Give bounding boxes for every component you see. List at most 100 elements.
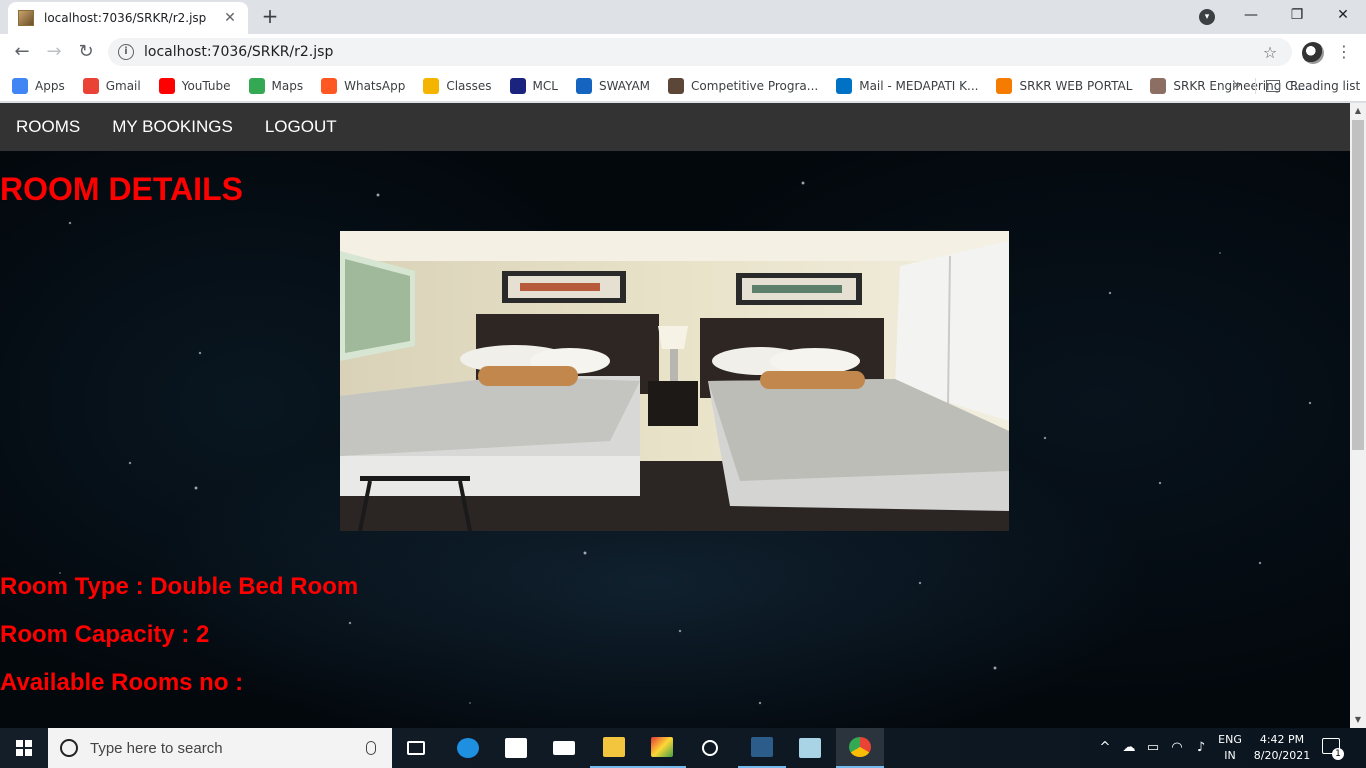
bookmark-label: Mail - MEDAPATI K... (859, 78, 979, 93)
cortana-icon (60, 739, 78, 757)
outlook-icon (836, 77, 853, 94)
volume-icon[interactable]: ♪ (1190, 728, 1212, 768)
apps-grid-icon (12, 77, 28, 94)
room-type-text: Room Type : Double Bed Room (0, 573, 359, 600)
folder-icon (603, 737, 625, 757)
bookmark-label: Competitive Progra... (691, 78, 819, 93)
url-text[interactable]: localhost:7036/SRKR/r2.jsp (144, 44, 1260, 60)
youtube-icon (158, 77, 175, 94)
store-icon (505, 738, 527, 758)
minimize-button[interactable]: — (1228, 0, 1274, 32)
bookmark-item[interactable]: Apps (12, 77, 65, 94)
nav-rooms-link[interactable]: ROOMS (16, 117, 80, 137)
available-rooms-text: Available Rooms no : (0, 669, 244, 696)
bookmark-label: WhatsApp (344, 78, 406, 93)
profile-avatar[interactable] (1302, 42, 1324, 64)
notes-app-button[interactable] (786, 728, 834, 768)
start-button[interactable] (0, 728, 48, 768)
scrollbar-thumb[interactable] (1352, 120, 1364, 450)
room-photo-illustration (340, 231, 1009, 531)
edge-icon (457, 738, 479, 758)
bookmark-item[interactable]: WhatsApp (321, 77, 406, 94)
file-explorer-button[interactable] (590, 728, 638, 768)
page-favicon-icon (18, 10, 34, 26)
tab-strip: localhost:7036/SRKR/r2.jsp ✕ + ▾ — ❐ ✕ (0, 0, 1366, 34)
bookmark-item[interactable]: MCL (509, 77, 558, 94)
bookmark-item[interactable]: Competitive Progra... (668, 77, 819, 94)
bookmark-item[interactable]: SWAYAM (575, 77, 651, 94)
tray-overflow-icon[interactable]: ^ (1096, 728, 1114, 768)
nav-my-bookings-link[interactable]: MY BOOKINGS (112, 117, 233, 137)
bookmarks-divider (1255, 78, 1256, 94)
reload-button[interactable]: ↻ (74, 40, 98, 64)
magnifier-button[interactable] (686, 728, 734, 768)
tab-close-icon[interactable]: ✕ (222, 10, 238, 26)
address-bar[interactable]: i localhost:7036/SRKR/r2.jsp ☆ (108, 38, 1292, 66)
reading-list-button[interactable]: Reading list (1266, 70, 1360, 102)
scroll-up-icon[interactable]: ▲ (1350, 103, 1366, 119)
mysql-workbench-button[interactable] (738, 728, 786, 768)
language-code: ENG (1218, 733, 1242, 746)
taskbar-search-placeholder: Type here to search (90, 739, 223, 757)
bookmark-item[interactable]: Mail - MEDAPATI K... (836, 77, 979, 94)
mail-icon (553, 741, 575, 755)
bookmark-item[interactable]: SRKR WEB PORTAL (996, 77, 1132, 94)
reading-list-icon (1266, 80, 1280, 92)
chrome-icon (849, 737, 871, 757)
onedrive-icon[interactable]: ☁ (1118, 728, 1140, 768)
scroll-down-icon[interactable]: ▼ (1350, 712, 1366, 728)
clock-time: 4:42 PM (1259, 733, 1305, 746)
input-language[interactable]: ENG IN (1214, 732, 1246, 764)
site-info-icon[interactable]: i (118, 44, 134, 60)
windows-taskbar: Type here to search ^ ☁ ▭ ◠ ♪ ENG IN 4:4… (0, 728, 1366, 768)
browser-menu-icon[interactable]: ⋮ (1336, 42, 1352, 62)
browser-tab[interactable]: localhost:7036/SRKR/r2.jsp ✕ (8, 2, 248, 34)
microphone-icon[interactable] (366, 741, 376, 755)
site-navbar: ROOMS MY BOOKINGS LOGOUT (0, 103, 1350, 151)
nav-logout-link[interactable]: LOGOUT (265, 117, 337, 137)
bookmark-star-icon[interactable]: ☆ (1260, 43, 1280, 62)
wifi-icon[interactable]: ◠ (1166, 728, 1188, 768)
task-view-icon (407, 741, 425, 755)
chrome-button[interactable] (836, 728, 884, 768)
database-icon (751, 737, 773, 757)
bookmark-item[interactable]: Classes (423, 77, 492, 94)
paint-app-button[interactable] (638, 728, 686, 768)
restore-button[interactable]: ❐ (1274, 0, 1320, 32)
bookmark-item[interactable]: Maps (248, 77, 304, 94)
swayam-icon (575, 77, 592, 94)
bookmark-item[interactable]: Gmail (82, 77, 141, 94)
system-clock[interactable]: 4:42 PM 8/20/2021 (1250, 732, 1314, 764)
battery-icon[interactable]: ▭ (1142, 728, 1164, 768)
room-capacity-text: Room Capacity : 2 (0, 621, 210, 648)
mail-button[interactable] (540, 728, 588, 768)
task-view-button[interactable] (392, 728, 440, 768)
page-scrollbar[interactable]: ▲ ▼ (1350, 103, 1366, 728)
new-tab-button[interactable]: + (258, 5, 282, 29)
region-code: IN (1224, 749, 1236, 762)
tab-search-icon[interactable]: ▾ (1199, 9, 1215, 25)
taskbar-search[interactable]: Type here to search (48, 728, 392, 768)
bookmarks-bar: Apps Gmail YouTube Maps WhatsApp Classes MCL SW… (0, 70, 1366, 102)
more-bookmarks-button[interactable]: » (1233, 70, 1242, 102)
bookmark-label: Gmail (105, 78, 141, 93)
srkr-portal-icon (996, 77, 1013, 94)
store-button[interactable] (492, 728, 540, 768)
tab-title: localhost:7036/SRKR/r2.jsp (44, 11, 207, 25)
browser-toolbar: ← → ↻ i localhost:7036/SRKR/r2.jsp ☆ ⋮ (0, 34, 1366, 70)
edge-button[interactable] (444, 728, 492, 768)
bookmark-label: MCL (532, 78, 558, 93)
classroom-icon (423, 77, 440, 94)
back-button[interactable]: ← (10, 40, 34, 64)
close-window-button[interactable]: ✕ (1320, 0, 1366, 32)
codechef-icon (668, 77, 685, 94)
maps-pin-icon (248, 77, 265, 94)
bookmark-label: Apps (35, 78, 65, 93)
page-title: ROOM DETAILS (0, 171, 243, 207)
notification-badge: 1 (1332, 748, 1344, 760)
forward-button[interactable]: → (42, 40, 66, 64)
page-viewport: ROOMS MY BOOKINGS LOGOUT ROOM DETAILS Ro… (0, 103, 1350, 728)
bookmark-label: SWAYAM (598, 78, 651, 93)
bookmark-label: Maps (271, 78, 304, 93)
bookmark-item[interactable]: YouTube (158, 77, 231, 94)
